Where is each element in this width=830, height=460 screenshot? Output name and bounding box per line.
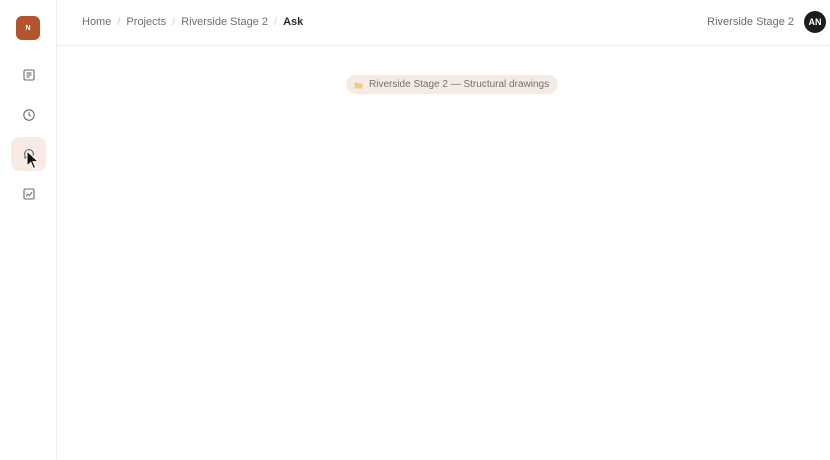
header-right: Riverside Stage 2 AN	[707, 11, 826, 33]
breadcrumb: Home / Projects / Riverside Stage 2 / As…	[82, 16, 303, 28]
app-root: N Home / Projects / Riverside Stage 2 / …	[0, 0, 830, 460]
sidebar: N	[0, 0, 57, 460]
context-chip[interactable]: Riverside Stage 2 — Structural drawings	[346, 75, 559, 94]
sidebar-item-analytics[interactable]	[11, 177, 46, 211]
clock-icon	[22, 109, 35, 121]
breadcrumb-separator: /	[117, 16, 121, 28]
sidebar-item-ask[interactable]	[11, 137, 46, 171]
breadcrumb-project[interactable]: Riverside Stage 2	[181, 16, 268, 28]
chart-icon	[22, 188, 35, 200]
user-avatar[interactable]: AN	[804, 11, 826, 33]
project-switcher[interactable]: Riverside Stage 2	[707, 16, 794, 28]
breadcrumb-projects[interactable]: Projects	[126, 16, 166, 28]
folder-icon	[354, 82, 363, 88]
workspace-logo[interactable]: N	[16, 16, 40, 40]
breadcrumb-home[interactable]: Home	[82, 16, 111, 28]
top-bar: Home / Projects / Riverside Stage 2 / As…	[57, 0, 830, 46]
breadcrumb-separator: /	[172, 16, 176, 28]
sidebar-item-history[interactable]	[11, 98, 46, 132]
sidebar-item-documents[interactable]	[11, 58, 46, 92]
breadcrumb-separator: /	[274, 16, 278, 28]
breadcrumb-current-page: Ask	[283, 16, 304, 28]
context-chip-label: Riverside Stage 2 — Structural drawings	[369, 79, 550, 90]
document-icon	[22, 69, 35, 81]
ask-icon	[23, 149, 34, 159]
